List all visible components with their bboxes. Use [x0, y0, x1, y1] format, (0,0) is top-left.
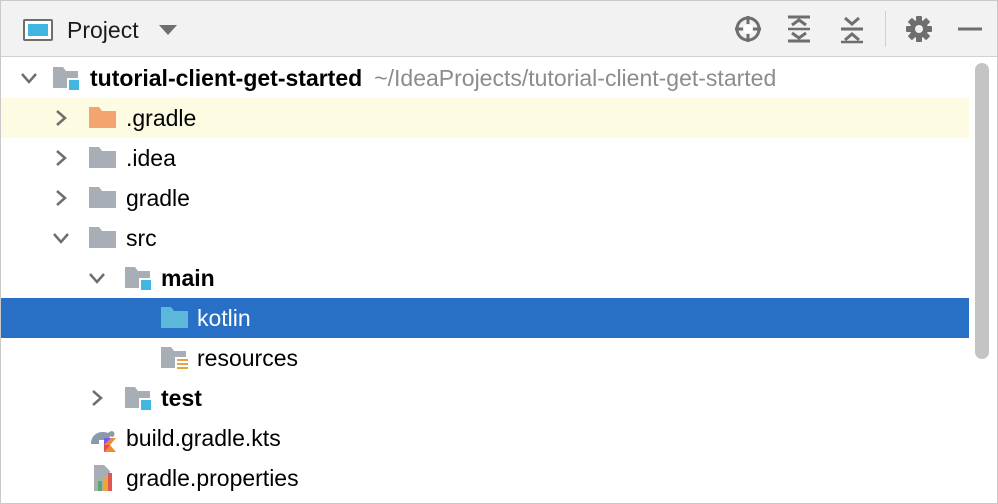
collapse-all-icon — [841, 16, 863, 44]
tree-row-kotlin[interactable]: kotlin — [1, 298, 969, 338]
folder-icon — [89, 227, 116, 248]
resources-folder-icon — [161, 347, 188, 371]
tree-row-root[interactable]: tutorial-client-get-started ~/IdeaProject… — [1, 58, 969, 98]
toolbar-separator — [885, 11, 886, 47]
tree-row-gradle-properties[interactable]: gradle.properties — [1, 458, 969, 498]
module-folder-icon — [53, 67, 79, 90]
chevron-down-icon[interactable] — [87, 268, 107, 288]
collapse-all-button[interactable] — [834, 11, 870, 47]
chevron-right-icon[interactable] — [51, 188, 71, 208]
chevron-down-icon[interactable] — [19, 68, 39, 88]
root-name: tutorial-client-get-started — [90, 65, 363, 91]
tree-label-gradle-properties: gradle.properties — [126, 465, 299, 491]
root-path: ~/IdeaProjects/tutorial-client-get-start… — [374, 65, 777, 91]
tree-label-idea: .idea — [126, 145, 176, 171]
tree-label-resources: resources — [197, 345, 298, 371]
gradle-kotlin-file-icon — [91, 431, 116, 452]
chevron-down-icon — [158, 25, 177, 35]
tree-label-kotlin: kotlin — [197, 305, 251, 331]
tree-row-test[interactable]: test — [1, 378, 969, 418]
tree-label-root: tutorial-client-get-started ~/IdeaProject… — [90, 66, 776, 90]
excluded-folder-icon — [89, 107, 116, 128]
source-folder-icon — [161, 307, 188, 328]
tree-row-src[interactable]: src — [1, 218, 969, 258]
tree-label-main: main — [161, 265, 215, 291]
chevron-down-icon[interactable] — [51, 228, 71, 248]
tree-row-idea[interactable]: .idea — [1, 138, 969, 178]
tree-row-gradle[interactable]: gradle — [1, 178, 969, 218]
tree-label-src: src — [126, 225, 157, 251]
project-view-icon — [23, 19, 53, 41]
tree-label-test: test — [161, 385, 202, 411]
view-selector-label: Project — [67, 16, 139, 43]
expand-all-button[interactable] — [781, 11, 817, 47]
settings-button[interactable] — [901, 11, 937, 47]
locate-button[interactable] — [730, 11, 766, 47]
tree-label-gradle: gradle — [126, 185, 190, 211]
tree-row-main[interactable]: main — [1, 258, 969, 298]
view-selector-dropdown[interactable]: Project — [23, 13, 177, 47]
chevron-right-icon[interactable] — [51, 148, 71, 168]
chevron-right-icon[interactable] — [87, 388, 107, 408]
gear-icon — [906, 16, 932, 42]
folder-icon — [89, 187, 116, 208]
chevron-right-icon[interactable] — [51, 108, 71, 128]
tree-row-build-gradle[interactable]: build.gradle.kts — [1, 418, 969, 458]
module-folder-icon — [125, 387, 151, 410]
project-tree: tutorial-client-get-started ~/IdeaProject… — [1, 58, 969, 503]
scrollbar-thumb[interactable] — [975, 63, 989, 359]
tree-label-gradle-dir: .gradle — [126, 105, 197, 131]
module-folder-icon — [125, 267, 151, 290]
project-tool-window: Project tutorial-client-get-started ~/Id… — [0, 0, 998, 504]
hide-icon — [958, 27, 982, 31]
folder-icon — [89, 147, 116, 168]
tree-row-gradle-dir[interactable]: .gradle — [1, 98, 969, 138]
expand-all-icon — [788, 15, 810, 43]
hide-button[interactable] — [952, 11, 988, 47]
properties-file-icon — [94, 465, 112, 491]
tool-window-header: Project — [1, 1, 997, 57]
tree-row-resources[interactable]: resources — [1, 338, 969, 378]
tree-label-build-gradle: build.gradle.kts — [126, 425, 281, 451]
locate-icon — [735, 16, 761, 42]
